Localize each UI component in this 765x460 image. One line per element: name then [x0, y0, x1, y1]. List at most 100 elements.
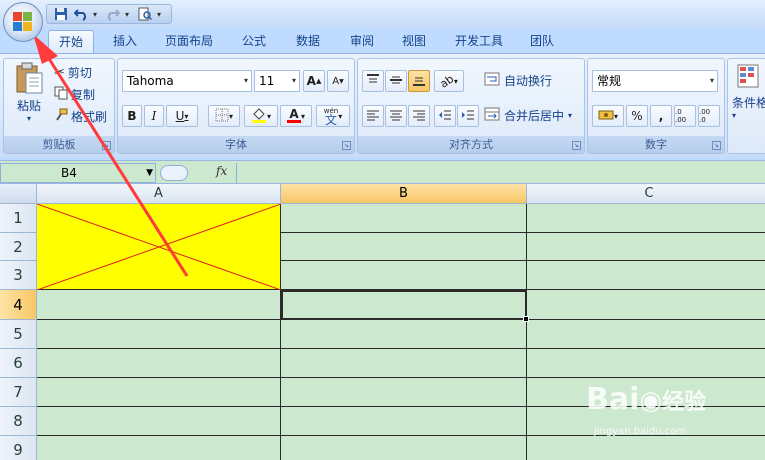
cell-b8[interactable] [281, 407, 527, 436]
cell-a6[interactable] [37, 349, 281, 378]
align-center-button[interactable] [385, 105, 407, 127]
alignment-dialog-launcher-icon[interactable]: ↘ [572, 141, 581, 150]
cell-a7[interactable] [37, 378, 281, 407]
fill-color-button[interactable]: ▾ [244, 105, 278, 127]
wrap-text-button[interactable]: 自动换行 [484, 72, 552, 89]
percent-style-button[interactable]: % [626, 105, 648, 127]
grow-font-button[interactable]: A ▲ [303, 70, 325, 92]
paste-button[interactable]: 粘贴 ▾ [10, 61, 48, 133]
name-box[interactable]: B4 ▼ [0, 163, 156, 183]
decrease-decimal-button[interactable]: .00 .0 [698, 105, 720, 127]
bold-button[interactable]: B [122, 105, 142, 127]
column-header-c[interactable]: C [527, 184, 765, 204]
font-name-combo[interactable]: Tahoma ▾ [122, 70, 252, 92]
select-all-corner[interactable] [0, 184, 37, 204]
cell-b6[interactable] [281, 349, 527, 378]
row-header-3[interactable]: 3 [0, 261, 37, 290]
formula-bar-resize-handle[interactable] [160, 165, 188, 181]
undo-icon[interactable] [73, 6, 89, 22]
align-middle-button[interactable] [385, 70, 407, 92]
phonetic-button[interactable]: wén 文 ▾ [316, 105, 350, 127]
row-header-7[interactable]: 7 [0, 378, 37, 407]
conditional-formatting-button[interactable]: 条件格 ▾ [732, 63, 765, 120]
increase-indent-button[interactable] [457, 105, 479, 127]
shrink-font-button[interactable]: A ▼ [327, 70, 349, 92]
underline-button[interactable]: U ▾ [166, 105, 198, 127]
cell-c6[interactable] [527, 349, 765, 378]
tab-insert[interactable]: 插入 [104, 30, 146, 53]
tab-developer[interactable]: 开发工具 [446, 30, 512, 53]
cell-c3[interactable] [527, 261, 765, 290]
cell-c1[interactable] [527, 204, 765, 233]
row-header-4[interactable]: 4 [0, 290, 37, 320]
tab-review[interactable]: 审阅 [340, 30, 384, 53]
tab-page-layout[interactable]: 页面布局 [156, 30, 222, 53]
font-dialog-launcher-icon[interactable]: ↘ [342, 141, 351, 150]
fill-handle[interactable] [523, 316, 529, 322]
copy-icon [54, 86, 68, 103]
increase-decimal-button[interactable]: .0 .00 [674, 105, 696, 127]
cell-a9[interactable] [37, 436, 281, 460]
watermark-logo-text-2: 经验 [662, 390, 707, 415]
cell-a4[interactable] [37, 290, 281, 320]
number-dialog-launcher-icon[interactable]: ↘ [712, 141, 721, 150]
font-color-button[interactable]: A ▾ [280, 105, 312, 127]
cell-b3[interactable] [281, 261, 527, 290]
tab-data[interactable]: 数据 [286, 30, 330, 53]
cell-a8[interactable] [37, 407, 281, 436]
redo-dropdown-icon[interactable]: ▾ [125, 10, 133, 19]
row-header-6[interactable]: 6 [0, 349, 37, 378]
cell-c2[interactable] [527, 233, 765, 261]
cell-a5[interactable] [37, 320, 281, 349]
accounting-format-button[interactable]: ▾ [592, 105, 624, 127]
cell-b5[interactable] [281, 320, 527, 349]
row-header-9[interactable]: 9 [0, 436, 37, 460]
comma-style-button[interactable]: , [650, 105, 672, 127]
number-format-combo[interactable]: 常规 ▾ [592, 70, 718, 92]
cell-c4[interactable] [527, 290, 765, 320]
chevron-down-icon: ▾ [266, 111, 271, 121]
cell-b9[interactable] [281, 436, 527, 460]
cell-b1[interactable] [281, 204, 527, 233]
print-preview-icon[interactable] [137, 6, 153, 22]
format-painter-button[interactable]: 格式刷 [54, 107, 107, 125]
cell-b4[interactable] [281, 290, 527, 320]
undo-dropdown-icon[interactable]: ▾ [93, 10, 101, 19]
align-bottom-button[interactable] [408, 70, 430, 92]
underline-glyph: U [175, 109, 185, 123]
cell-c5[interactable] [527, 320, 765, 349]
row-header-2[interactable]: 2 [0, 233, 37, 261]
copy-button[interactable]: 复制 [54, 85, 95, 103]
tab-home[interactable]: 开始 [48, 30, 94, 53]
qat-customize-icon[interactable]: ▾ [157, 10, 165, 19]
align-left-button[interactable] [362, 105, 384, 127]
cell-b7[interactable] [281, 378, 527, 407]
align-right-button[interactable] [408, 105, 430, 127]
cell-b2[interactable] [281, 233, 527, 261]
merge-center-button[interactable]: 合并后居中 ▾ [484, 107, 572, 124]
column-header-a[interactable]: A [37, 184, 281, 204]
tab-team[interactable]: 团队 [520, 30, 564, 53]
tab-view[interactable]: 视图 [392, 30, 436, 53]
insert-function-icon[interactable]: fx [216, 164, 227, 178]
clipboard-dialog-launcher-icon[interactable]: ↘ [102, 141, 111, 150]
italic-button[interactable]: I [144, 105, 164, 127]
merged-cell-a1-a3[interactable] [37, 204, 281, 290]
font-size-combo[interactable]: 11 ▾ [254, 70, 300, 92]
row-header-5[interactable]: 5 [0, 320, 37, 349]
tab-formulas[interactable]: 公式 [232, 30, 276, 53]
orientation-button[interactable]: ab ▾ [434, 70, 464, 92]
redo-icon[interactable] [105, 6, 121, 22]
save-icon[interactable] [53, 6, 69, 22]
formula-input[interactable] [236, 163, 765, 183]
borders-button[interactable]: ▾ [208, 105, 240, 127]
row-header-1[interactable]: 1 [0, 204, 37, 233]
align-top-button[interactable] [362, 70, 384, 92]
paste-dropdown-icon: ▾ [26, 114, 31, 123]
row-header-8[interactable]: 8 [0, 407, 37, 436]
column-header-b[interactable]: B [281, 184, 527, 204]
cut-button[interactable]: ✂ 剪切 [54, 63, 92, 81]
decrease-indent-button[interactable] [434, 105, 456, 127]
grow-font-glyph: A [306, 74, 316, 88]
office-button[interactable] [3, 2, 43, 42]
